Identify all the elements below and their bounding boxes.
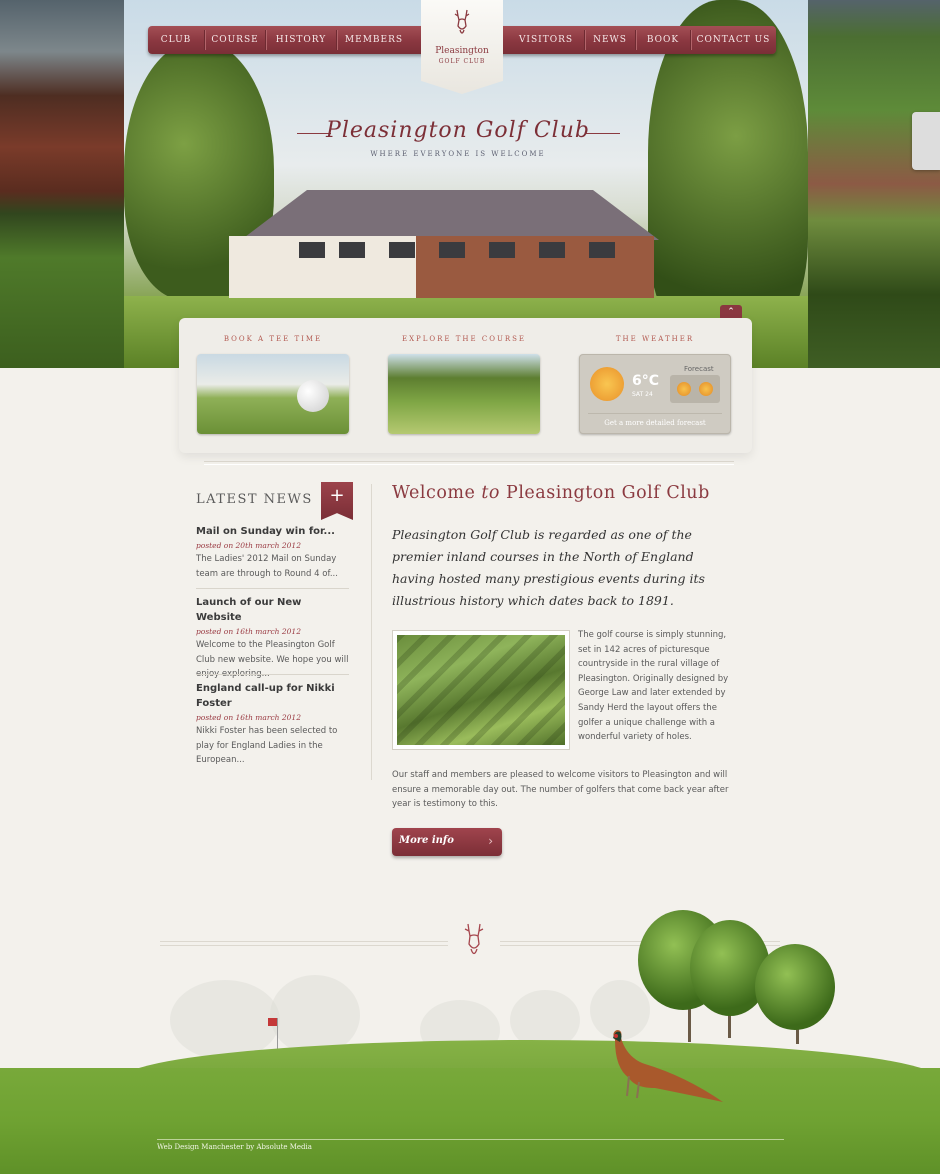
news-item[interactable]: Launch of our New Website posted on 16th… <box>196 595 349 682</box>
weather-day: SAT 24 <box>632 391 653 398</box>
news-excerpt: Nikki Foster has been selected to play f… <box>196 726 338 765</box>
sun-icon <box>677 382 691 396</box>
more-info-label: More info <box>399 835 454 846</box>
welcome-paragraph: Our staff and members are pleased to wel… <box>392 770 729 810</box>
nav-club[interactable]: CLUB <box>148 26 204 54</box>
pheasant-image <box>613 1030 723 1102</box>
logo-name: Pleasington <box>435 46 489 56</box>
footer-credit[interactable]: Web Design Manchester by Absolute Media <box>157 1143 312 1151</box>
book-tee-time-tile[interactable] <box>197 354 349 434</box>
chevron-right-icon: › <box>488 834 493 848</box>
latest-news-heading: LATEST NEWS <box>196 492 313 507</box>
detailed-forecast-link[interactable]: Get a more detailed forecast <box>580 419 730 427</box>
site-logo[interactable]: Pleasington GOLF CLUB <box>421 0 503 94</box>
section-divider <box>204 461 734 465</box>
clubhouse <box>219 190 659 298</box>
golf-ball-image <box>297 380 329 412</box>
weather-label: THE WEATHER <box>615 335 695 343</box>
news-item[interactable]: Mail on Sunday win for... posted on 20th… <box>196 524 349 581</box>
grass-ground <box>0 1068 940 1174</box>
sun-icon <box>699 382 713 396</box>
collapse-button[interactable]: ⌃ <box>720 305 742 319</box>
news-title[interactable]: Launch of our New Website <box>196 595 349 625</box>
news-title[interactable]: Mail on Sunday win for... <box>196 524 349 539</box>
stag-icon <box>454 9 470 34</box>
nav-history[interactable]: HISTORY <box>266 26 336 54</box>
stag-icon <box>464 923 484 955</box>
nav-members[interactable]: MEMBERS <box>337 26 411 54</box>
flag-icon <box>268 1018 277 1026</box>
nav-book[interactable]: BOOK <box>636 26 690 54</box>
news-date: posted on 16th march 2012 <box>196 627 301 636</box>
nav-course[interactable]: COURSE <box>205 26 265 54</box>
welcome-lead: Pleasington Golf Club is regarded as one… <box>392 527 705 608</box>
forecast-label: Forecast <box>684 365 714 373</box>
explore-course-label: EXPLORE THE COURSE <box>401 335 527 343</box>
nav-visitors[interactable]: VISITORS <box>508 26 584 54</box>
add-news-icon[interactable]: + <box>321 482 353 520</box>
sun-icon <box>590 367 624 401</box>
nav-contact-us[interactable]: CONTACT US <box>691 26 776 54</box>
welcome-heading: Welcome to Pleasington Golf Club <box>392 483 710 503</box>
hero-tagline: WHERE EVERYONE IS WELCOME <box>370 150 546 158</box>
hero-side-photo-left <box>0 0 124 368</box>
feature-panel: BOOK A TEE TIME EXPLORE THE COURSE THE W… <box>179 318 752 453</box>
welcome-paragraph: The golf course is simply stunning, set … <box>578 630 729 743</box>
more-info-button[interactable]: More info › <box>392 828 502 856</box>
news-date: posted on 20th march 2012 <box>196 541 301 550</box>
aerial-course-photo <box>392 630 570 750</box>
news-title[interactable]: England call-up for Nikki Foster <box>196 681 349 711</box>
weather-temp: 6°C <box>632 373 660 389</box>
nav-news[interactable]: NEWS <box>585 26 635 54</box>
news-excerpt: The Ladies' 2012 Mail on Sunday team are… <box>196 554 338 579</box>
flag-pole <box>277 1018 278 1052</box>
hero-side-photo-right <box>808 0 940 368</box>
weather-widget: 6°C SAT 24 Forecast Get a more detailed … <box>579 354 731 434</box>
book-tee-time-label: BOOK A TEE TIME <box>223 335 323 343</box>
news-item[interactable]: England call-up for Nikki Foster posted … <box>196 681 349 768</box>
news-date: posted on 16th march 2012 <box>196 713 301 722</box>
forecast-box <box>670 375 720 403</box>
side-scroll-handle[interactable] <box>912 112 940 170</box>
explore-course-tile[interactable] <box>388 354 540 434</box>
hero-title: Pleasington Golf Club <box>326 118 590 143</box>
logo-subtitle: GOLF CLUB <box>438 58 486 65</box>
hero-banner: CLUB COURSE HISTORY MEMBERS VISITORS NEW… <box>0 0 940 368</box>
